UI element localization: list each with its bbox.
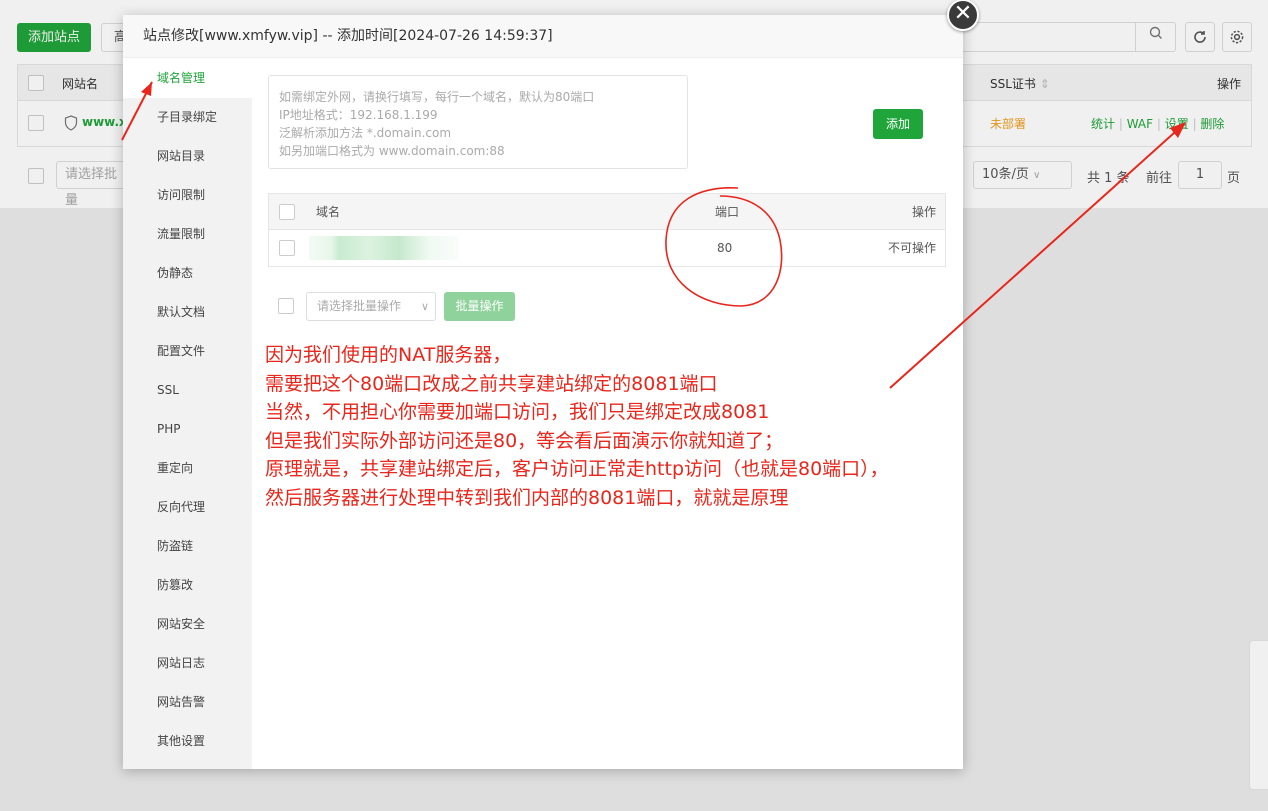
sidebar-item-reverse-proxy[interactable]: 反向代理: [123, 488, 252, 527]
table-row: 80 不可操作: [269, 230, 945, 266]
sidebar-item-redirect[interactable]: 重定向: [123, 449, 252, 488]
sidebar-item-rewrite[interactable]: 伪静态: [123, 254, 252, 293]
sidebar-item-subdir[interactable]: 子目录绑定: [123, 98, 252, 137]
row-ops-text: 不可操作: [888, 241, 937, 255]
sidebar-item-config[interactable]: 配置文件: [123, 332, 252, 371]
blurred-domain: [309, 236, 459, 260]
sidebar-item-site-dir[interactable]: 网站目录: [123, 137, 252, 176]
annotation-line: 然后服务器进行处理中转到我们内部的8081端口，就就是原理: [265, 486, 789, 509]
sidebar-item-default-doc[interactable]: 默认文档: [123, 293, 252, 332]
batch-checkbox[interactable]: [278, 298, 294, 314]
site-edit-modal: 站点修改[www.xmfyw.vip] -- 添加时间[2024-07-26 1…: [123, 15, 963, 769]
sidebar-item-hotlink[interactable]: 防盗链: [123, 527, 252, 566]
domain-row-checkbox[interactable]: [279, 240, 295, 256]
sidebar-item-domain[interactable]: 域名管理: [123, 59, 252, 98]
sidebar-item-php[interactable]: PHP: [123, 410, 252, 449]
sidebar-item-tamper[interactable]: 防篡改: [123, 566, 252, 605]
sidebar-item-alerts[interactable]: 网站告警: [123, 683, 252, 722]
placeholder-line: 泛解析添加方法 *.domain.com: [279, 126, 452, 140]
column-domain-ops: 操作: [912, 205, 937, 219]
annotation-line: 当然，不用担心你需要加端口访问，我们只是绑定改成8081: [265, 401, 770, 423]
red-annotation: 因为我们使用的NAT服务器， 需要把这个80端口改成之前共享建站绑定的8081端…: [265, 341, 889, 512]
batch-select[interactable]: 请选择批量操作 ∨: [306, 292, 436, 321]
sidebar-item-other[interactable]: 其他设置: [123, 722, 252, 761]
annotation-line: 但是我们实际外部访问还是80，等会看后面演示你就知道了；: [265, 429, 784, 452]
settings-sidebar: 域名管理 子目录绑定 网站目录 访问限制 流量限制 伪静态 默认文档 配置文件 …: [123, 59, 252, 769]
chevron-down-icon: ∨: [420, 300, 429, 313]
add-domain-button[interactable]: 添加: [873, 109, 923, 139]
domain-table-header: 域名 端口 操作: [269, 194, 945, 230]
sidebar-item-security[interactable]: 网站安全: [123, 605, 252, 644]
column-domain: 域名: [316, 205, 341, 219]
close-icon[interactable]: ✕: [947, 0, 979, 31]
domain-textarea[interactable]: 如需绑定外网，请换行填写，每行一个域名，默认为80端口 IP地址格式：192.1…: [268, 75, 688, 169]
placeholder-line: IP地址格式：192.168.1.199: [279, 108, 438, 122]
annotation-line: 原理就是，共享建站绑定后，客户访问正常走http访问（也就是80端口），: [265, 458, 889, 480]
domain-table: 域名 端口 操作 80 不可操作: [268, 193, 946, 267]
sidebar-item-access-limit[interactable]: 访问限制: [123, 176, 252, 215]
placeholder-line: 如另加端口格式为 www.domain.com:88: [279, 144, 505, 158]
batch-operate-button[interactable]: 批量操作: [444, 292, 515, 321]
port-value: 80: [717, 241, 733, 255]
sidebar-item-ssl[interactable]: SSL: [123, 371, 252, 410]
domain-select-all-checkbox[interactable]: [279, 204, 295, 220]
sidebar-item-logs[interactable]: 网站日志: [123, 644, 252, 683]
placeholder-line: 如需绑定外网，请换行填写，每行一个域名，默认为80端口: [279, 90, 595, 104]
column-port: 端口: [715, 205, 740, 219]
annotation-line: 因为我们使用的NAT服务器，: [265, 344, 512, 366]
modal-title: 站点修改[www.xmfyw.vip] -- 添加时间[2024-07-26 1…: [123, 15, 963, 58]
annotation-line: 需要把这个80端口改成之前共享建站绑定的8081端口: [265, 372, 718, 395]
sidebar-item-traffic-limit[interactable]: 流量限制: [123, 215, 252, 254]
